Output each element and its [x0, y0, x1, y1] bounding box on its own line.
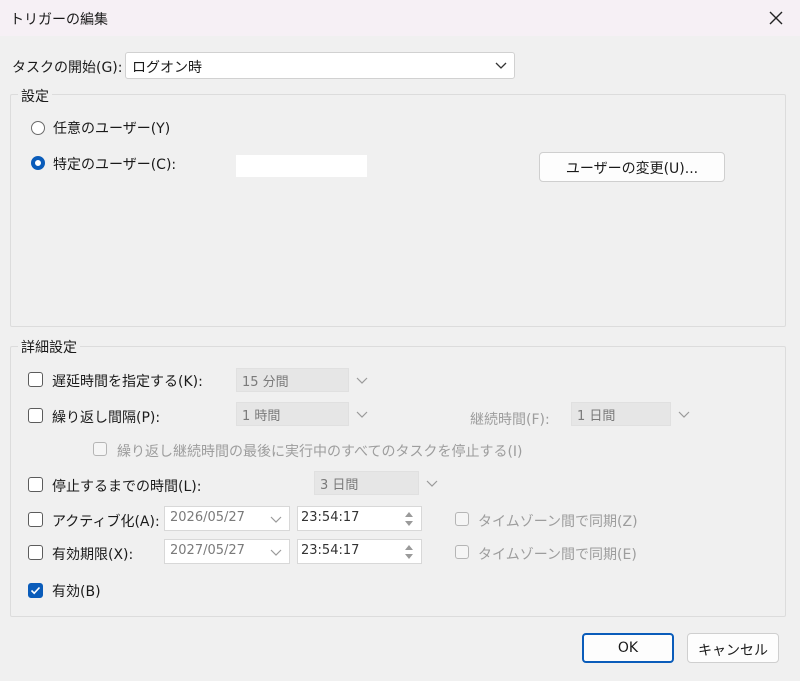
- settings-group-title: 設定: [18, 86, 52, 106]
- expire-sync-checkbox[interactable]: [455, 545, 469, 559]
- expire-date-value: 2027/05/27: [170, 543, 245, 558]
- spinner-arrows-icon[interactable]: [402, 509, 416, 529]
- specific-user-radio[interactable]: [31, 156, 45, 170]
- expire-checkbox[interactable]: [28, 545, 43, 560]
- cancel-button[interactable]: キャンセル: [687, 633, 779, 663]
- repeat-value: 1 時間: [242, 409, 281, 424]
- stop-after-checkbox[interactable]: [28, 477, 43, 492]
- ok-button[interactable]: OK: [582, 633, 674, 663]
- enabled-label: 有効(B): [52, 584, 101, 600]
- change-user-button[interactable]: ユーザーの変更(U)...: [539, 152, 725, 182]
- expire-label: 有効期限(X):: [52, 547, 134, 563]
- chevron-down-icon: [355, 374, 369, 392]
- activate-label: アクティブ化(A):: [52, 514, 160, 530]
- chevron-down-icon: [494, 59, 508, 77]
- activate-sync-label: タイムゾーン間で同期(Z): [478, 514, 638, 530]
- expire-date-picker[interactable]: 2027/05/27: [164, 539, 290, 564]
- checkmark-icon: [30, 586, 41, 595]
- any-user-label: 任意のユーザー(Y): [53, 121, 171, 137]
- activate-checkbox[interactable]: [28, 512, 43, 527]
- stop-after-value: 3 日間: [320, 478, 359, 493]
- chevron-down-icon: [355, 408, 369, 426]
- stop-after-label: 停止するまでの時間(L):: [52, 479, 202, 495]
- activate-time-value: 23:54:17: [301, 510, 360, 525]
- expire-sync-label: タイムゾーン間で同期(E): [478, 547, 637, 563]
- title-bar: [0, 0, 800, 36]
- duration-value: 1 日間: [577, 409, 616, 424]
- delay-checkbox[interactable]: [28, 372, 43, 387]
- any-user-radio[interactable]: [31, 121, 45, 135]
- change-user-button-label: ユーザーの変更(U)...: [565, 161, 699, 177]
- spinner-arrows-icon[interactable]: [402, 542, 416, 562]
- delay-label: 遅延時間を指定する(K):: [52, 374, 203, 390]
- activate-time-spinner[interactable]: 23:54:17: [297, 506, 422, 531]
- specific-user-value: [236, 155, 367, 177]
- chevron-down-icon: [425, 477, 439, 495]
- start-task-label: タスクの開始(G):: [12, 60, 123, 76]
- delay-dropdown[interactable]: 15 分間: [236, 368, 375, 392]
- advanced-group-title: 詳細設定: [18, 337, 80, 357]
- repeat-dropdown[interactable]: 1 時間: [236, 402, 375, 426]
- delay-value: 15 分間: [242, 375, 289, 390]
- enabled-checkbox[interactable]: [28, 583, 43, 598]
- duration-dropdown[interactable]: 1 日間: [571, 402, 697, 426]
- expire-time-spinner[interactable]: 23:54:17: [297, 539, 422, 564]
- stop-after-dropdown[interactable]: 3 日間: [314, 471, 445, 495]
- start-task-dropdown[interactable]: ログオン時: [125, 52, 515, 79]
- activate-date-value: 2026/05/27: [170, 510, 245, 525]
- specific-user-label: 特定のユーザー(C):: [53, 157, 177, 173]
- repeat-checkbox[interactable]: [28, 408, 43, 423]
- start-task-value: ログオン時: [132, 60, 202, 76]
- stop-running-label: 繰り返し継続時間の最後に実行中のすべてのタスクを停止する(I): [117, 444, 523, 460]
- expire-time-value: 23:54:17: [301, 543, 360, 558]
- repeat-label: 繰り返し間隔(P):: [52, 410, 161, 426]
- stop-running-checkbox[interactable]: [93, 442, 107, 456]
- activate-date-picker[interactable]: 2026/05/27: [164, 506, 290, 531]
- duration-label: 継続時間(F):: [470, 412, 550, 428]
- window-title: トリガーの編集: [10, 12, 108, 28]
- activate-sync-checkbox[interactable]: [455, 512, 469, 526]
- close-icon[interactable]: [764, 6, 788, 30]
- chevron-down-icon: [269, 546, 283, 564]
- chevron-down-icon: [677, 408, 691, 426]
- ok-button-label: OK: [617, 640, 639, 656]
- cancel-button-label: キャンセル: [698, 643, 768, 659]
- chevron-down-icon: [269, 513, 283, 531]
